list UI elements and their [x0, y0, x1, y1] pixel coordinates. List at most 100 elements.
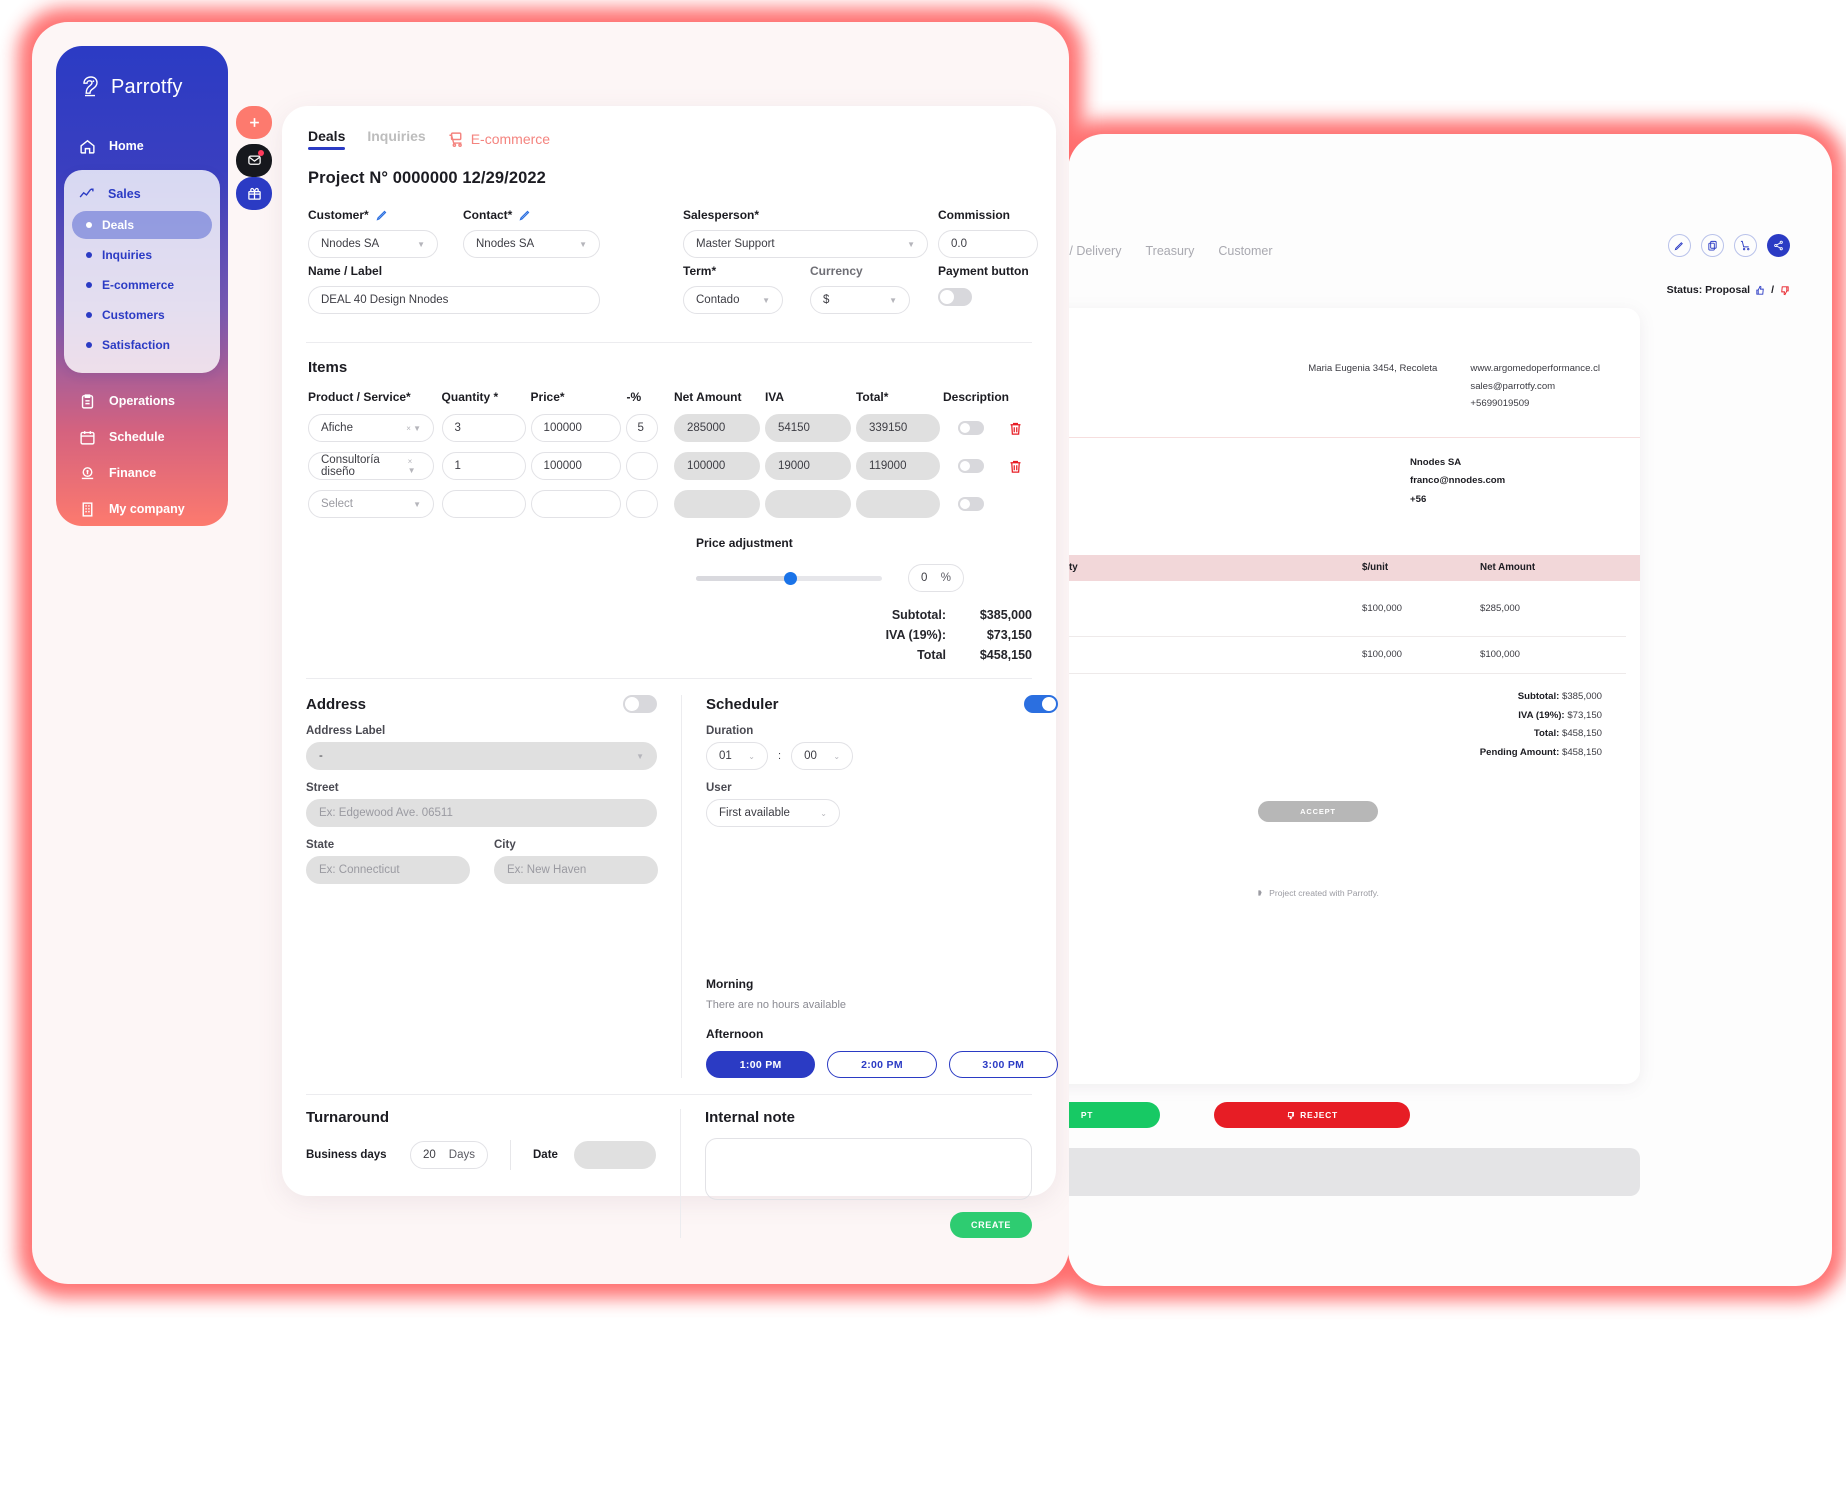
item-quantity-input[interactable]: 1 — [441, 452, 526, 480]
turnaround-note-columns: Turnaround Business days 20 Days Date In… — [306, 1109, 1032, 1238]
item-quantity-input[interactable] — [441, 490, 526, 518]
item-quantity-input[interactable]: 3 — [441, 414, 526, 442]
subtotal-value: $385,000 — [979, 608, 1032, 622]
document-tab-billing[interactable]: ng / Delivery — [1068, 244, 1121, 258]
sidebar-item-sales[interactable]: Sales — [64, 178, 220, 209]
cart-icon-button[interactable] — [1734, 234, 1757, 257]
sidebar-item-operations[interactable]: Operations — [56, 383, 228, 419]
share-icon-button[interactable] — [1767, 234, 1790, 257]
document-cell-unit: $100,000 — [1362, 649, 1403, 661]
item-discount-input[interactable] — [626, 490, 659, 518]
customer-select[interactable]: Nnodes SA ▼ — [308, 230, 438, 258]
reject-button[interactable]: REJECT — [1214, 1102, 1410, 1128]
sidebar-item-my-company[interactable]: My company — [56, 491, 228, 527]
tab-inquiries[interactable]: Inquiries — [367, 128, 425, 150]
time-slot-3pm[interactable]: 3:00 PM — [948, 1051, 1058, 1078]
item-description-toggle[interactable] — [957, 497, 984, 511]
tab-ecommerce[interactable]: E-commerce — [448, 131, 550, 148]
item-discount-value: 5 — [637, 422, 644, 434]
sidebar-item-finance[interactable]: Finance — [56, 455, 228, 491]
state-input[interactable]: Ex: Connecticut — [306, 856, 470, 884]
document-tab-treasury[interactable]: Treasury — [1145, 244, 1194, 258]
slider-knob[interactable] — [784, 571, 797, 585]
clear-and-chevron-icon[interactable]: × ▼ — [406, 424, 421, 433]
pencil-icon[interactable] — [519, 209, 531, 221]
item-discount-input[interactable] — [626, 452, 659, 480]
sidebar-item-customers[interactable]: Customers — [72, 301, 212, 329]
date-input[interactable] — [573, 1141, 656, 1169]
contact-select[interactable]: Nnodes SA ▼ — [463, 230, 600, 258]
street-placeholder: Ex: Edgewood Ave. 06511 — [319, 807, 453, 819]
items-title: Items — [308, 359, 348, 376]
item-product-select[interactable]: Select ▼ — [308, 490, 434, 518]
thumbs-up-icon[interactable] — [1755, 285, 1766, 296]
copy-icon-button[interactable] — [1701, 234, 1724, 257]
sidebar-item-label: E-commerce — [102, 278, 175, 292]
price-adjustment-input[interactable]: 0 % — [908, 564, 964, 592]
item-description-toggle[interactable] — [957, 421, 984, 435]
item-discount-input[interactable]: 5 — [626, 414, 659, 442]
commission-label: Commission — [938, 208, 1011, 222]
address-label-select[interactable]: - ▼ — [306, 742, 657, 770]
delete-icon[interactable] — [1008, 458, 1023, 475]
currency-select[interactable]: $ ▼ — [810, 286, 910, 314]
business-days-input[interactable]: 20 Days — [410, 1141, 488, 1169]
document-accept-preview-button[interactable]: ACCEPT — [1258, 800, 1378, 822]
user-select[interactable]: First available ⌄ — [706, 799, 840, 827]
sidebar-item-satisfaction[interactable]: Satisfaction — [72, 331, 212, 359]
item-price-input[interactable]: 100000 — [530, 452, 621, 480]
time-slot-1pm[interactable]: 1:00 PM — [706, 1051, 816, 1078]
city-input[interactable]: Ex: New Haven — [494, 856, 658, 884]
pencil-icon[interactable] — [376, 209, 388, 221]
tab-deals[interactable]: Deals — [308, 128, 346, 150]
document-table-row: 1 $100,000 $100,000 — [1068, 637, 1640, 673]
term-select[interactable]: Contado ▼ — [683, 286, 783, 314]
thumbs-down-icon[interactable] — [1779, 285, 1790, 296]
messages-button[interactable] — [236, 144, 272, 177]
sidebar-item-home[interactable]: Home — [56, 128, 228, 164]
document-tab-customer[interactable]: Customer — [1218, 244, 1272, 258]
document-cell-unit: $100,000 — [1362, 602, 1403, 614]
edit-icon-button[interactable] — [1668, 234, 1691, 257]
accept-button[interactable]: PT — [1068, 1102, 1160, 1128]
delete-icon[interactable] — [1008, 420, 1023, 437]
sidebar-item-deals[interactable]: Deals — [72, 211, 212, 239]
sidebar-item-inquiries[interactable]: Inquiries — [72, 241, 212, 269]
customer-value: Nnodes SA — [321, 238, 380, 250]
item-row: Afiche × ▼ 3 100000 5 285000 54150 33915… — [308, 414, 1032, 442]
item-product-select[interactable]: Consultoría diseño × ▼ — [308, 452, 434, 480]
payment-button-toggle[interactable] — [938, 288, 972, 306]
page-title: Project N° 0000000 12/29/2022 — [308, 169, 546, 187]
commission-input[interactable]: 0.0 — [938, 230, 1038, 258]
create-button[interactable]: CREATE — [950, 1212, 1032, 1238]
name-label-input[interactable]: DEAL 40 Design Nnodes — [308, 286, 600, 314]
street-input[interactable]: Ex: Edgewood Ave. 06511 — [306, 799, 657, 827]
sidebar-item-label: Home — [109, 139, 144, 153]
scheduler-toggle[interactable] — [1024, 695, 1058, 713]
item-price-input[interactable] — [530, 490, 621, 518]
price-adjustment-slider[interactable] — [696, 571, 882, 585]
clear-and-chevron-icon[interactable]: × ▼ — [408, 457, 421, 475]
term-value: Contado — [696, 294, 740, 306]
items-table-header: Product / Service* Quantity * Price* -% … — [308, 390, 1032, 404]
document-tabs[interactable]: ng / Delivery Treasury Customer — [1068, 244, 1273, 258]
add-button[interactable] — [236, 106, 272, 139]
sidebar-item-ecommerce[interactable]: E-commerce — [72, 271, 212, 299]
status-label: Status: Proposal — [1666, 284, 1751, 296]
item-price-input[interactable]: 100000 — [530, 414, 621, 442]
item-description-toggle[interactable] — [957, 459, 984, 473]
gifts-button[interactable] — [236, 177, 272, 210]
address-toggle[interactable] — [623, 695, 657, 713]
sidebar-item-label: Customers — [102, 308, 165, 322]
salesperson-select[interactable]: Master Support ▼ — [683, 230, 928, 258]
document-total-label: Subtotal: — [1517, 690, 1560, 702]
internal-note-textarea[interactable] — [704, 1138, 1032, 1200]
document-client-phone: +56 — [1410, 493, 1427, 505]
time-slot-2pm[interactable]: 2:00 PM — [827, 1051, 937, 1078]
deal-form: Customer* Nnodes SA ▼ Contact* Nnodes SA — [308, 208, 1038, 326]
item-product-select[interactable]: Afiche × ▼ — [308, 414, 434, 442]
duration-minutes-select[interactable]: 00 ⌄ — [791, 742, 854, 770]
sidebar-item-schedule[interactable]: Schedule — [56, 419, 228, 455]
header-total: Total* — [855, 390, 889, 404]
duration-hours-select[interactable]: 01 ⌄ — [706, 742, 768, 770]
